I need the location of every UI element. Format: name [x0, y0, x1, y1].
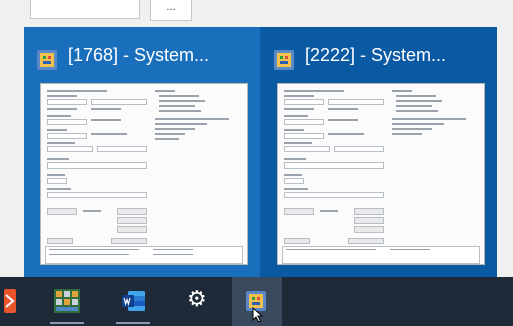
taskbar-item-word[interactable]	[108, 277, 158, 326]
more-button[interactable]: ...	[150, 0, 192, 21]
taskbar-item-settings[interactable]: ⚙	[172, 277, 222, 326]
taskbar-item-app-orange[interactable]	[0, 277, 32, 326]
window-preview	[277, 83, 485, 265]
window-thumbnail-1[interactable]: [1768] - System...	[24, 27, 260, 277]
mouse-cursor-icon	[252, 307, 264, 323]
taskbar-thumbnail-flyout: [1768] - System... [2222] - System...	[24, 27, 497, 277]
window-title: [1768] - System...	[68, 45, 210, 65]
window-preview	[40, 83, 248, 265]
window-fragment	[30, 0, 140, 19]
desktop-background: ...	[0, 0, 513, 27]
running-indicator	[50, 322, 84, 324]
taskbar-item-grid-app[interactable]	[42, 277, 92, 326]
system-app-icon	[274, 50, 294, 70]
taskbar-item-system-app[interactable]	[232, 277, 282, 326]
grid-app-icon	[54, 289, 80, 313]
app-orange-icon	[4, 289, 16, 313]
settings-gear-icon: ⚙	[187, 287, 207, 312]
word-icon	[122, 291, 145, 311]
running-indicator	[116, 322, 150, 324]
window-title: [2222] - System...	[305, 45, 447, 65]
window-thumbnail-2[interactable]: [2222] - System...	[261, 27, 497, 277]
taskbar: ⚙	[0, 277, 513, 326]
system-app-icon	[37, 50, 57, 70]
